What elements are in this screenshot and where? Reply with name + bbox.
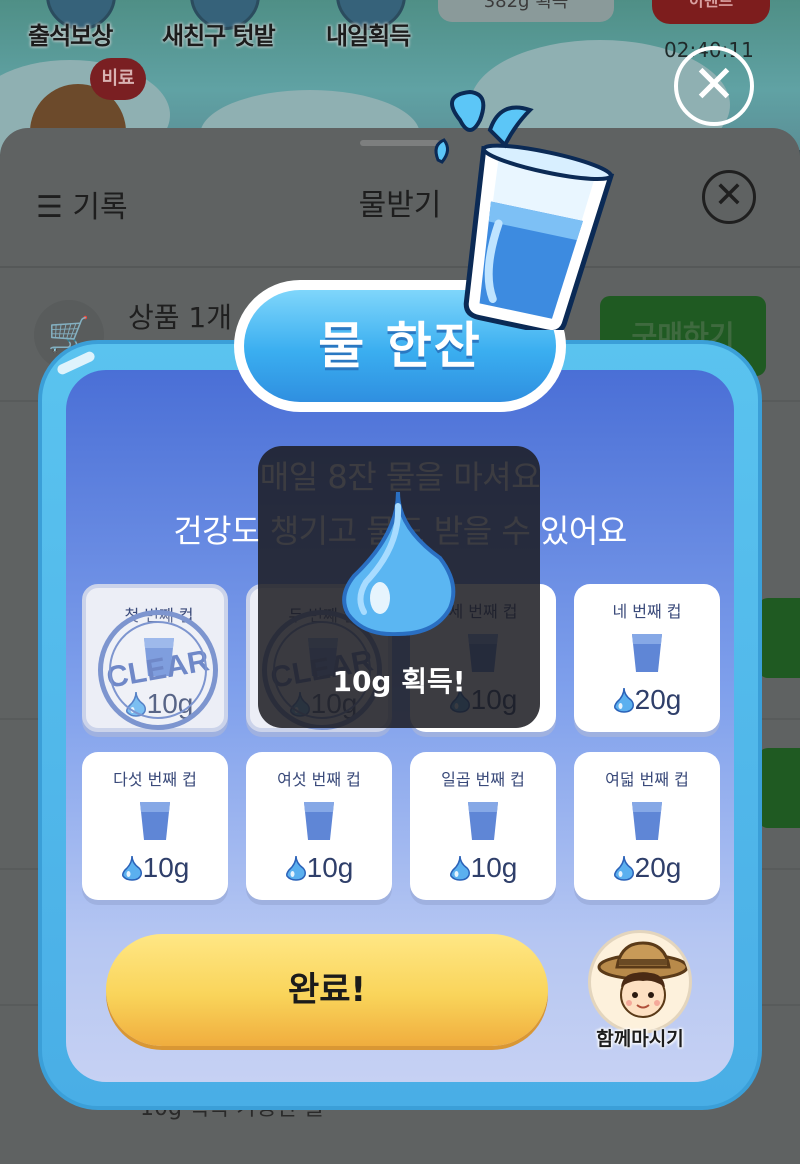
sheet-close-button[interactable]: ✕ [702, 170, 756, 224]
explorer-character-icon [597, 941, 689, 1018]
cup-label: 네 번째 컵 [612, 602, 682, 621]
cup-reward: 10g [246, 852, 392, 884]
sheet-grabber[interactable] [360, 140, 440, 146]
close-overlay-button[interactable]: ✕ [674, 46, 754, 126]
water-glass-icon [434, 90, 615, 330]
water-drop-icon [613, 855, 635, 881]
list-action-button[interactable] [758, 598, 800, 678]
cup-card[interactable]: 다섯 번째 컵 10g [82, 752, 228, 900]
cup-label: 여섯 번째 컵 [277, 770, 361, 789]
attendance-reward-label: 출석보상 [28, 22, 113, 50]
cup-card[interactable]: 여섯 번째 컵 10g [246, 752, 392, 900]
event-badge[interactable]: 이벤트 [652, 0, 770, 24]
cup-reward-amount: 20g [634, 684, 682, 715]
drink-together-button[interactable]: 함께마시기 [586, 930, 694, 1060]
reward-toast-text: 10g 획득! [332, 665, 466, 698]
new-friend-garden-label: 새친구 텃밭 [162, 22, 276, 50]
fertilizer-badge: 비료 [90, 58, 146, 100]
water-drop-icon [285, 855, 307, 881]
cup-glass-icon [630, 632, 664, 674]
cup-label: 여덟 번째 컵 [605, 770, 689, 789]
cup-reward-amount: 10g [470, 852, 518, 883]
cup-card[interactable]: 여덟 번째 컵 20g [574, 752, 720, 900]
product-count-text: 상품 1개 [128, 301, 232, 334]
cup-card[interactable]: 첫 번째 컵 10g CLEAR [82, 584, 228, 740]
cup-reward: 10g [82, 852, 228, 884]
water-drop-icon [342, 491, 456, 636]
cup-reward: 10g [410, 852, 556, 884]
cup-reward-amount: 10g [142, 852, 190, 883]
cup-reward-amount: 10g [306, 852, 354, 883]
water-drop-icon [449, 855, 471, 881]
list-action-button[interactable] [758, 748, 800, 828]
cup-label: 일곱 번째 컵 [441, 770, 525, 789]
cup-label: 다섯 번째 컵 [113, 770, 197, 789]
reward-toast: 10g 획득! [258, 446, 540, 728]
cup-glass-icon [302, 800, 336, 842]
cup-card[interactable]: 네 번째 컵 20g [574, 584, 720, 732]
complete-button[interactable]: 완료! [106, 934, 548, 1046]
water-drop-icon [121, 855, 143, 881]
cup-glass-icon [630, 800, 664, 842]
reward-chip: 382g 획득 [438, 0, 614, 22]
cup-glass-icon [138, 800, 172, 842]
cup-reward-amount: 20g [634, 852, 682, 883]
cup-glass-icon [466, 800, 500, 842]
cup-reward: 20g [574, 684, 720, 716]
drink-together-label: 함께마시기 [596, 1028, 684, 1050]
sheet-header: ☰ 기록 물받기 ✕ [0, 158, 800, 268]
water-drop-icon [613, 687, 635, 713]
cup-card[interactable]: 일곱 번째 컵 10g [410, 752, 556, 900]
sheet-title: 물받기 [358, 188, 442, 223]
cup-reward: 20g [574, 852, 720, 884]
tomorrow-reward-label: 내일획득 [326, 22, 411, 50]
explorer-avatar [588, 930, 692, 1034]
